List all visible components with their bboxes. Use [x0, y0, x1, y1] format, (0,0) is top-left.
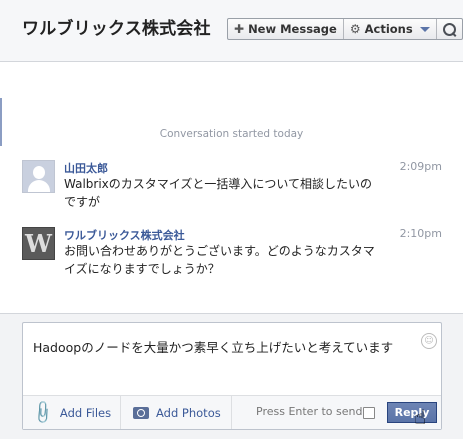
new-message-button[interactable]: ✚ New Message: [228, 19, 344, 39]
actions-label: Actions: [364, 22, 413, 36]
new-message-label: New Message: [248, 22, 337, 36]
paperclip-icon: 📎: [29, 398, 57, 427]
message-text: お問い合わせありがとうございます。どのようなカスタマイズになりますでしょうか？: [64, 244, 375, 276]
add-photos-label: Add Photos: [156, 405, 221, 420]
message-item: W ワルブリックス株式会社 お問い合わせありがとうございます。どのようなカスタマ…: [22, 227, 442, 282]
header-bar: ワルブリックス株式会社 ✚ New Message ⚙ Actions: [0, 0, 463, 62]
add-files-button[interactable]: 📎 Add Files: [29, 396, 112, 429]
message-time: 2:09pm: [399, 160, 442, 173]
plus-icon: ✚: [234, 22, 245, 36]
actions-dropdown[interactable]: ⚙ Actions: [344, 19, 437, 39]
message-text: Walbrixのカスタマイズと一括導入について相談したいのですが: [64, 177, 373, 209]
message-time: 2:10pm: [399, 227, 442, 240]
search-icon: [442, 22, 456, 36]
toolbar-divider: [231, 396, 232, 429]
add-photos-button[interactable]: Add Photos: [133, 396, 221, 429]
page-title: ワルブリックス株式会社: [22, 19, 211, 39]
chevron-down-icon: [419, 26, 430, 32]
message-sender[interactable]: ワルブリックス株式会社: [64, 227, 185, 243]
default-person-icon: [33, 166, 45, 179]
reply-button[interactable]: Reply: [387, 402, 437, 423]
header-actions: ✚ New Message ⚙ Actions: [227, 18, 463, 40]
search-button[interactable]: [437, 19, 462, 39]
reply-composer: Hadoopのノードを大量かつ素早く立ち上げたいと考えています ☺ 📎 Add …: [22, 322, 442, 430]
conversation-started-label: Conversation started today: [159, 128, 304, 140]
message-item: 山田太郎 Walbrixのカスタマイズと一括導入について相談したいのですが 2:…: [22, 160, 442, 210]
avatar[interactable]: [22, 160, 55, 193]
toolbar-divider: [120, 396, 121, 429]
add-files-label: Add Files: [59, 405, 112, 420]
press-enter-label: Press Enter to send: [256, 405, 363, 418]
reply-input[interactable]: Hadoopのノードを大量かつ素早く立ち上げたいと考えています: [33, 337, 393, 356]
avatar[interactable]: W: [22, 227, 55, 260]
press-enter-checkbox[interactable]: [363, 407, 375, 419]
gear-icon: ⚙: [349, 22, 361, 36]
composer-toolbar: 📎 Add Files Add Photos Press Enter to se…: [23, 395, 441, 429]
hand-cursor-icon: ☝: [414, 405, 427, 429]
camera-icon: [133, 406, 149, 419]
emoticon-icon[interactable]: ☺: [421, 333, 437, 349]
message-sender[interactable]: 山田太郎: [64, 160, 108, 176]
